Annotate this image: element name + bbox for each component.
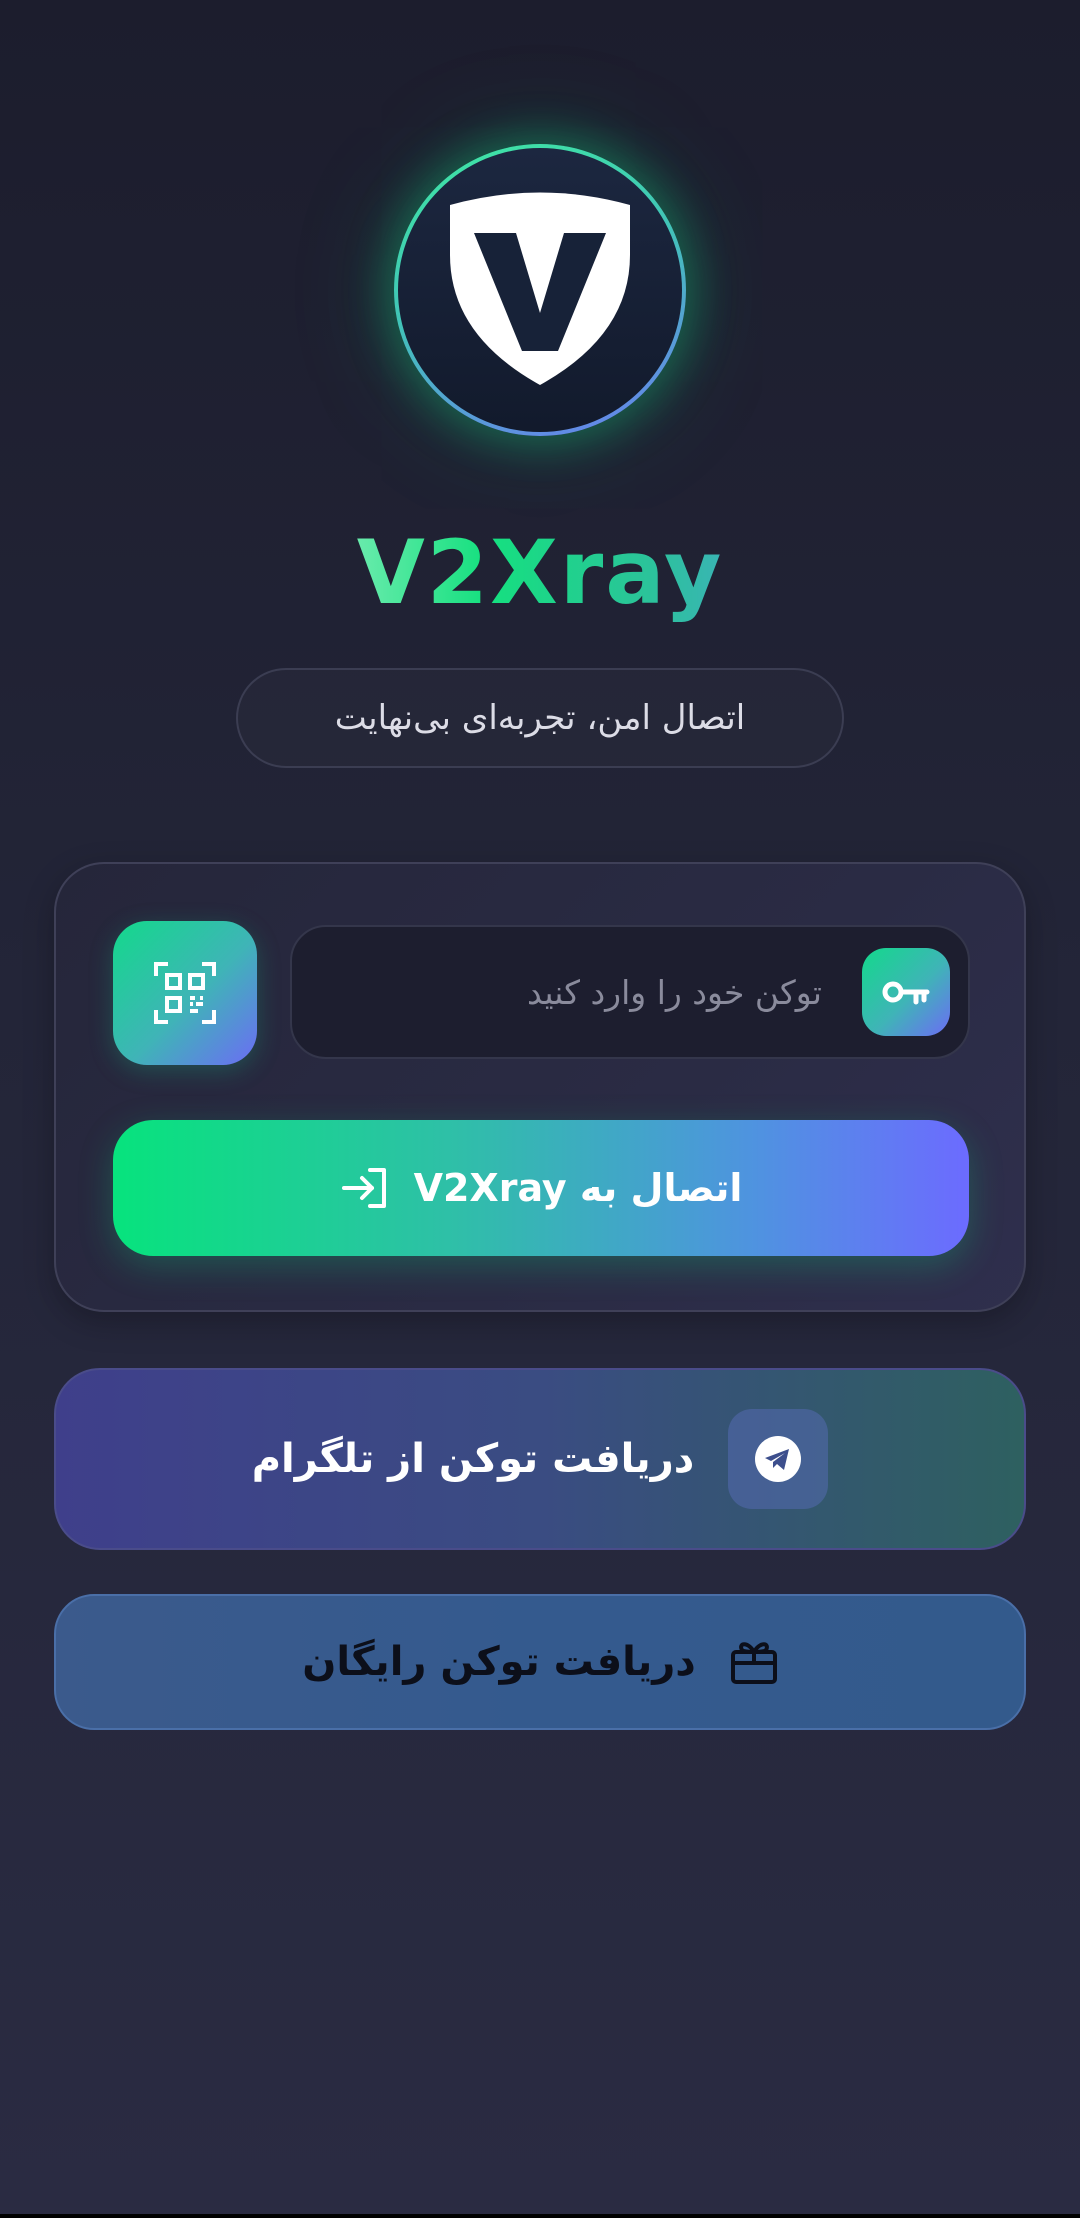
- app-logo: [394, 144, 686, 436]
- telegram-icon-box: [728, 1409, 829, 1509]
- key-icon: [882, 981, 930, 1005]
- telegram-token-button[interactable]: دریافت توکن از تلگرام: [54, 1368, 1026, 1550]
- login-card: اتصال به V2Xray: [54, 862, 1026, 1312]
- token-input[interactable]: [312, 927, 832, 1057]
- login-arrow-icon: [340, 1166, 390, 1210]
- app-title: V2Xray: [0, 518, 1080, 628]
- qr-scan-button[interactable]: [113, 921, 257, 1065]
- qr-scan-icon: [154, 962, 216, 1024]
- telegram-button-label: دریافت توکن از تلگرام: [251, 1436, 695, 1482]
- shield-v-logo-icon: [450, 192, 630, 385]
- tagline-pill: اتصال امن، تجربه‌ای بی‌نهایت: [236, 668, 844, 768]
- connect-button-label: اتصال به V2Xray: [413, 1166, 743, 1210]
- token-input-field: [290, 925, 970, 1059]
- telegram-icon: [755, 1436, 802, 1482]
- key-icon-box: [862, 948, 950, 1036]
- bottom-edge: [0, 2214, 1080, 2218]
- free-token-button[interactable]: دریافت توکن رایگان: [54, 1594, 1026, 1730]
- connect-button[interactable]: اتصال به V2Xray: [113, 1120, 969, 1256]
- free-token-button-label: دریافت توکن رایگان: [302, 1639, 696, 1685]
- tagline-text: اتصال امن، تجربه‌ای بی‌نهایت: [334, 698, 746, 738]
- gift-icon: [730, 1639, 778, 1685]
